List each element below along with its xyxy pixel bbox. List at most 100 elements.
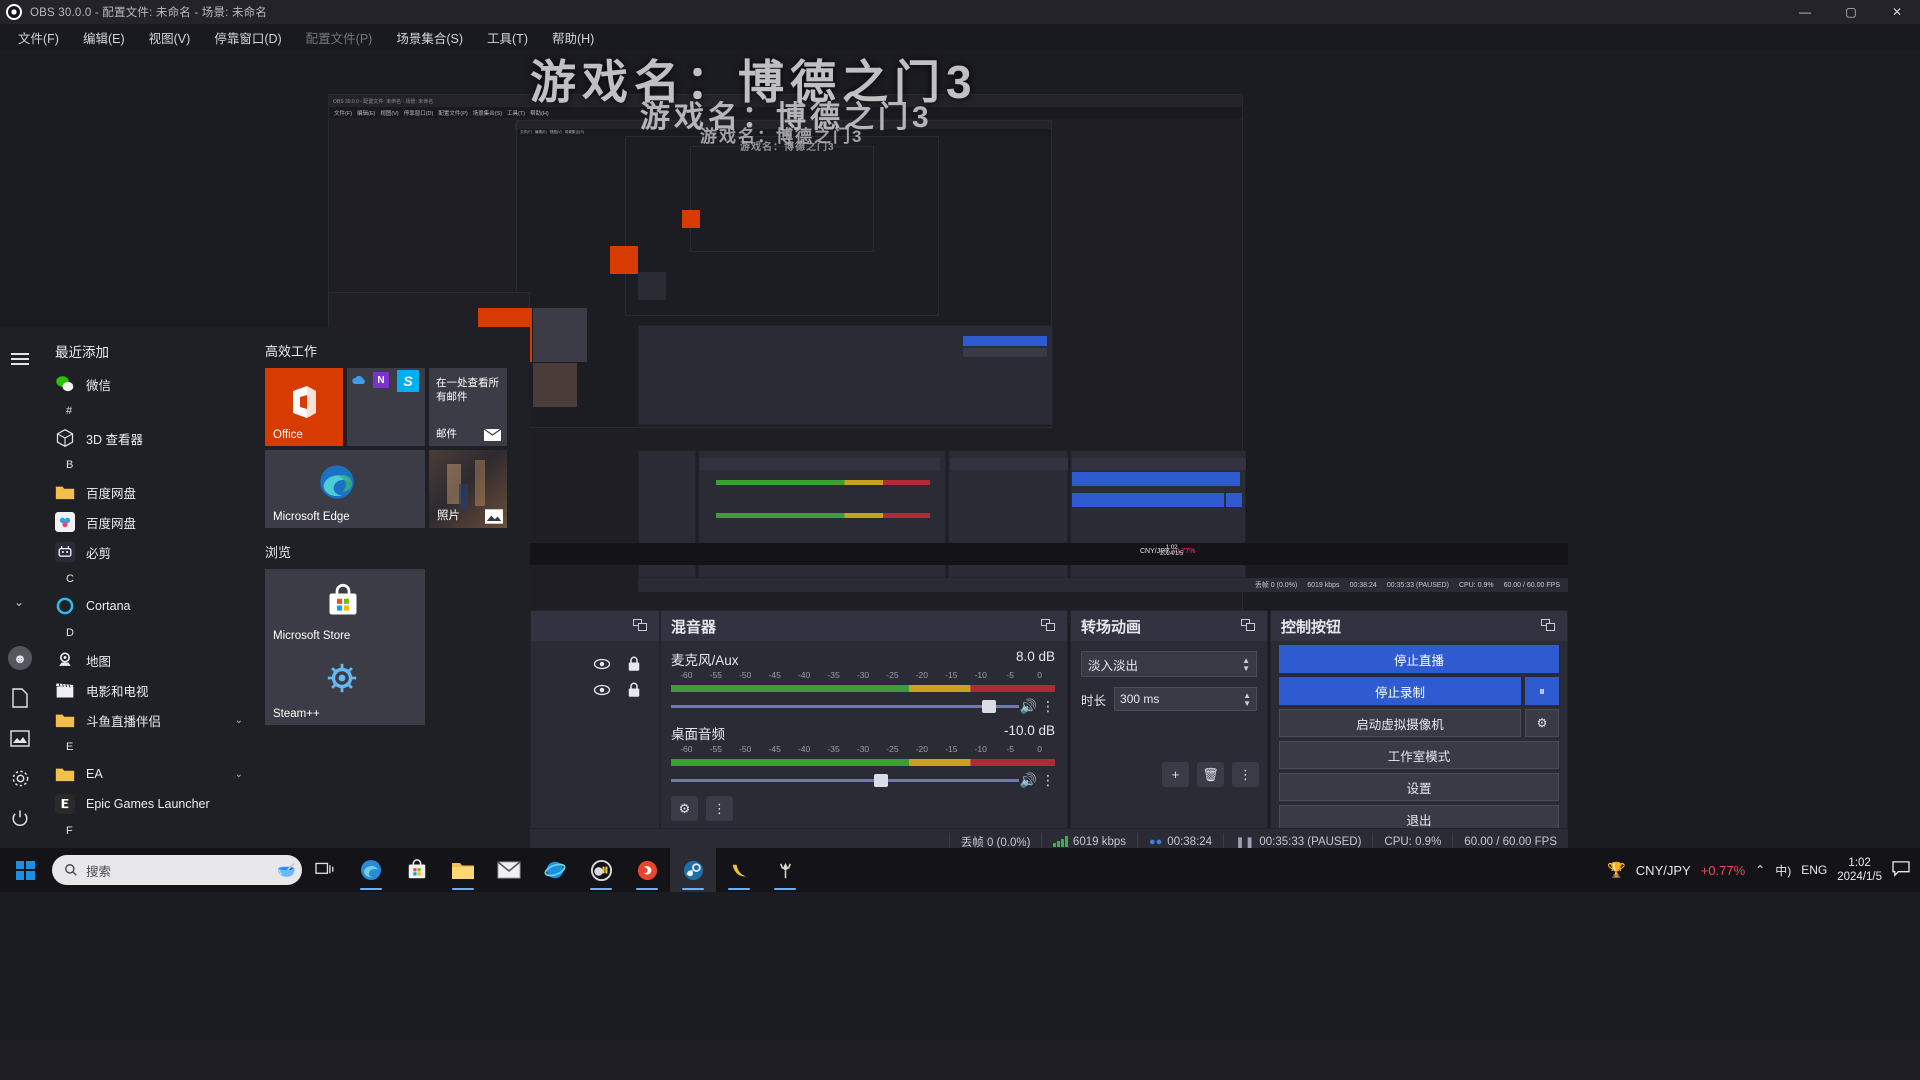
start-tile-照片[interactable]: 照片 bbox=[429, 450, 507, 528]
minimize-button[interactable]: — bbox=[1782, 0, 1828, 24]
studio-mode-button[interactable]: 工作室模式 bbox=[1279, 741, 1559, 769]
sources-dock[interactable] bbox=[530, 610, 660, 830]
eye-icon[interactable] bbox=[593, 655, 611, 673]
desktop-mute-icon[interactable]: 🔊 bbox=[1020, 772, 1037, 789]
duration-input[interactable]: 300 ms ▲ ▼ bbox=[1114, 687, 1257, 711]
start-tiles[interactable]: 高效工作 Office N S 在一处查看所有邮件 邮件 Microsoft Edge 照片浏… bbox=[255, 327, 530, 848]
taskbar-file-explorer-icon[interactable] bbox=[440, 848, 486, 892]
taskbar-douyu-icon[interactable] bbox=[624, 848, 670, 892]
taskbar-steam-icon[interactable] bbox=[670, 848, 716, 892]
start-app-item[interactable]: 百度网盘 bbox=[40, 507, 255, 537]
windows-taskbar[interactable]: 搜索 🥣 🏆 CNY/JPY +0.77% ⌃ 中) ENG 1:02 2024… bbox=[0, 848, 1920, 892]
start-app-item[interactable]: 微信 bbox=[40, 369, 255, 399]
taskbar-edge-icon[interactable] bbox=[348, 848, 394, 892]
menu-tools[interactable]: 工具(T) bbox=[477, 24, 538, 51]
maximize-button[interactable]: ▢ bbox=[1828, 0, 1874, 24]
pause-recording-button[interactable]: ⏸ bbox=[1525, 677, 1559, 705]
documents-icon[interactable] bbox=[0, 678, 40, 718]
start-app-item[interactable]: 必剪 bbox=[40, 537, 255, 567]
start-app-item[interactable]: 斗鱼直播伴侣 ⌄ bbox=[40, 705, 255, 735]
taskbar-ie-icon[interactable] bbox=[532, 848, 578, 892]
mixer-channel-mic[interactable]: 8.0 dB 麦克风/Aux -60 -55 -50 -45 -40 -35 -30 -25-… bbox=[671, 649, 1055, 715]
mic-volume-slider[interactable]: 🔊 ⋮ bbox=[671, 697, 1055, 715]
taskbar-obs-icon[interactable] bbox=[578, 848, 624, 892]
menu-docks[interactable]: 停靠窗口(D) bbox=[204, 24, 291, 51]
taskbar-store-icon[interactable] bbox=[394, 848, 440, 892]
start-app-item[interactable]: Cortana bbox=[40, 591, 255, 621]
start-tile-microsoft-edge[interactable]: Microsoft Edge bbox=[265, 450, 425, 528]
ime-indicator[interactable]: 中) bbox=[1775, 862, 1791, 879]
audio-settings-button[interactable]: ⚙ bbox=[671, 796, 698, 821]
task-view-icon[interactable] bbox=[302, 848, 348, 892]
menu-profile[interactable]: 配置文件(P) bbox=[296, 24, 383, 51]
taskbar-mail-icon[interactable] bbox=[486, 848, 532, 892]
start-app-item[interactable]: Epic Games Launcher bbox=[40, 789, 255, 819]
transition-props-button[interactable]: ⋮ bbox=[1232, 762, 1259, 787]
remove-transition-button[interactable]: 🗑 bbox=[1197, 762, 1224, 787]
settings-button[interactable]: 设置 bbox=[1279, 773, 1559, 801]
app-list-letter-D[interactable]: D bbox=[40, 621, 255, 645]
chevron-down-icon[interactable]: ⌄ bbox=[235, 715, 243, 726]
source-row-1[interactable] bbox=[531, 641, 659, 673]
action-center-icon[interactable] bbox=[1892, 860, 1910, 880]
app-list-letter-F[interactable]: F bbox=[40, 819, 255, 843]
tray-chevron-icon[interactable]: ⌃ bbox=[1755, 863, 1765, 877]
hamburger-icon[interactable] bbox=[0, 339, 40, 379]
menu-scenes[interactable]: 场景集合(S) bbox=[386, 24, 473, 51]
start-app-item[interactable]: EA ⌄ bbox=[40, 759, 255, 789]
desktop-kebab-icon[interactable]: ⋮ bbox=[1041, 772, 1055, 789]
stop-recording-button[interactable]: 停止录制 bbox=[1279, 677, 1521, 705]
float-dock-icon[interactable] bbox=[1541, 619, 1557, 633]
virtual-camera-settings-button[interactable]: ⚙ bbox=[1525, 709, 1559, 737]
taskbar-clock[interactable]: 1:02 2024/1/5 bbox=[1837, 856, 1882, 884]
menu-file[interactable]: 文件(F) bbox=[8, 24, 69, 51]
menu-edit[interactable]: 编辑(E) bbox=[73, 24, 135, 51]
system-tray[interactable]: 🏆 CNY/JPY +0.77% ⌃ 中) ENG 1:02 2024/1/5 bbox=[1607, 856, 1920, 884]
app-list-letter-C[interactable]: C bbox=[40, 567, 255, 591]
start-tile-steam++[interactable]: Steam++ bbox=[265, 647, 425, 725]
start-tile-在一处查看所有邮件[interactable]: 在一处查看所有邮件 邮件 bbox=[429, 368, 507, 446]
source-row-2[interactable] bbox=[531, 673, 659, 699]
transition-select[interactable]: 淡入淡出 ▲ ▼ bbox=[1081, 651, 1257, 677]
app-group-collapse-icon[interactable]: ⌄ bbox=[14, 595, 24, 609]
stop-streaming-button[interactable]: 停止直播 bbox=[1279, 645, 1559, 673]
power-icon[interactable] bbox=[0, 798, 40, 838]
search-box[interactable]: 搜索 🥣 bbox=[52, 855, 302, 885]
start-app-item[interactable]: 地图 bbox=[40, 645, 255, 675]
taskbar-banana-icon[interactable] bbox=[716, 848, 762, 892]
eye-icon[interactable] bbox=[593, 681, 611, 699]
lock-icon[interactable] bbox=[625, 655, 643, 673]
duration-spinner-icon[interactable]: ▲ ▼ bbox=[1243, 691, 1251, 707]
transitions-dock[interactable]: 转场动画 淡入淡出 ▲ ▼ 时长 300 ms ▲ ▼ + 🗑 ⋮ bbox=[1070, 610, 1268, 830]
float-dock-icon[interactable] bbox=[1041, 619, 1057, 633]
pictures-icon[interactable] bbox=[0, 718, 40, 758]
chevron-updown-icon[interactable]: ▲ ▼ bbox=[1242, 656, 1250, 672]
add-transition-button[interactable]: + bbox=[1162, 762, 1189, 787]
app-list-letter-#[interactable]: # bbox=[40, 399, 255, 423]
mic-slider-knob[interactable] bbox=[981, 700, 996, 713]
settings-gear-icon[interactable] bbox=[0, 758, 40, 798]
close-button[interactable]: ✕ bbox=[1874, 0, 1920, 24]
start-tile-microsoft-store[interactable]: Microsoft Store bbox=[265, 569, 425, 647]
float-dock-icon[interactable] bbox=[1241, 619, 1257, 633]
start-app-item[interactable]: 百度网盘 bbox=[40, 477, 255, 507]
start-button[interactable] bbox=[0, 848, 50, 892]
mixer-kebab-button[interactable]: ⋮ bbox=[706, 796, 733, 821]
app-list-letter-B[interactable]: B bbox=[40, 453, 255, 477]
start-tile-msapps[interactable]: NS bbox=[347, 368, 425, 446]
language-indicator[interactable]: ENG bbox=[1801, 863, 1827, 877]
mic-mute-icon[interactable]: 🔊 bbox=[1020, 698, 1037, 715]
app-list-letter-E[interactable]: E bbox=[40, 735, 255, 759]
start-virtual-camera-button[interactable]: 启动虚拟摄像机 bbox=[1279, 709, 1521, 737]
desktop-slider-knob[interactable] bbox=[873, 774, 888, 787]
start-menu[interactable]: ☻ 最近添加 微信 #3D 查看器 B 百度网盘 百度网盘 必剪 C Cortana D 地图 电影… bbox=[0, 327, 530, 848]
start-app-item[interactable]: 电影和电视 bbox=[40, 675, 255, 705]
float-dock-icon[interactable] bbox=[633, 619, 649, 633]
user-avatar-icon[interactable]: ☻ bbox=[0, 638, 40, 678]
controls-dock[interactable]: 控制按钮 停止直播 停止录制 ⏸ 启动虚拟摄像机 ⚙ 工作室模式 设置 退出 bbox=[1270, 610, 1568, 833]
start-app-list[interactable]: 最近添加 微信 #3D 查看器 B 百度网盘 百度网盘 必剪 C Cortana D 地图 电影和电… bbox=[40, 327, 255, 848]
start-app-item[interactable]: 3D 查看器 bbox=[40, 423, 255, 453]
mic-kebab-icon[interactable]: ⋮ bbox=[1041, 698, 1055, 715]
start-tile-office[interactable]: Office bbox=[265, 368, 343, 446]
menu-view[interactable]: 视图(V) bbox=[139, 24, 201, 51]
